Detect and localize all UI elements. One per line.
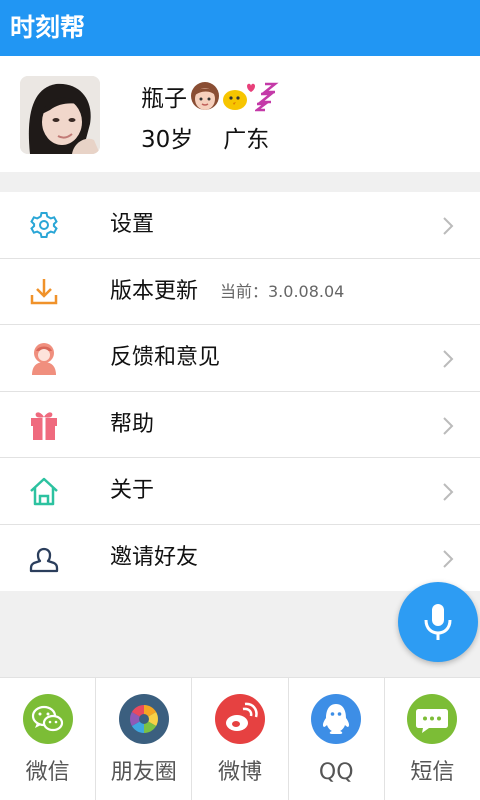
app-title: 时刻帮 [10,13,86,42]
share-label: 朋友圈 [110,760,177,785]
profile-name: 瓶子 [141,86,187,112]
profile-name-row: 瓶子 [141,76,285,116]
sleep-zzz-icon [255,82,279,112]
download-icon [30,278,58,304]
menu-item-version-update[interactable]: 版本更新 当前：3.0.08.04 [0,259,480,325]
menu-item-label: 帮助 [110,411,155,437]
chevron-right-icon [443,350,454,368]
profile-emoji-group [189,80,285,112]
menu-item-help[interactable]: 帮助 [0,392,480,458]
menu-item-settings[interactable]: 设置 [0,192,480,259]
chick-kiss-icon [223,83,255,110]
share-sms[interactable]: 短信 [385,678,480,800]
moments-icon [118,694,169,744]
share-label: 微信 [25,760,70,785]
chevron-right-icon [443,217,454,235]
chevron-right-icon [443,416,454,435]
menu-item-label: 关于 [110,478,155,503]
chevron-right-icon [443,549,454,568]
menu-item-invite-friends[interactable]: 邀请好友 [0,525,480,592]
weibo-icon [215,694,265,744]
share-moments[interactable]: 朋友圈 [96,678,193,800]
voice-input-button[interactable] [398,582,478,662]
avatar[interactable] [20,76,100,154]
avatar-photo [20,76,100,154]
share-bar: 微信 朋友圈 微博 QQ 短信 [0,677,480,800]
invite-user-icon [29,547,59,572]
menu-item-label: 邀请好友 [110,544,199,570]
share-label: 短信 [410,760,455,785]
share-label: 微博 [218,760,263,785]
sms-icon [407,694,458,744]
current-version-text: 当前：3.0.08.04 [220,281,345,301]
gear-icon [30,212,58,238]
share-qq[interactable]: QQ [289,678,385,800]
share-label: QQ [318,760,354,785]
profile-age: 30岁 [141,127,194,153]
wechat-icon [22,694,73,744]
girl-emoji-icon [191,82,219,110]
qq-icon [311,694,362,744]
profile-region: 广东 [223,127,270,153]
settings-menu: 设置 版本更新 当前：3.0.08.04 反馈和意见 帮助 关于 邀请好友 [0,192,480,591]
home-icon [30,477,58,506]
share-wechat[interactable]: 微信 [0,678,97,800]
feedback-person-icon [32,343,56,375]
microphone-icon [424,604,452,640]
chevron-right-icon [443,483,454,501]
profile-meta: 30岁 广东 [141,123,269,157]
app-bar: 时刻帮 [0,0,480,56]
menu-item-about[interactable]: 关于 [0,458,480,525]
profile-card[interactable]: 瓶子 30岁 广东 [0,56,480,172]
menu-item-label: 反馈和意见 [110,345,221,370]
gift-icon [31,411,57,440]
menu-item-label: 设置 [110,212,155,237]
menu-item-label: 版本更新 [110,278,199,304]
share-weibo[interactable]: 微博 [192,678,289,800]
menu-item-feedback[interactable]: 反馈和意见 [0,325,480,392]
